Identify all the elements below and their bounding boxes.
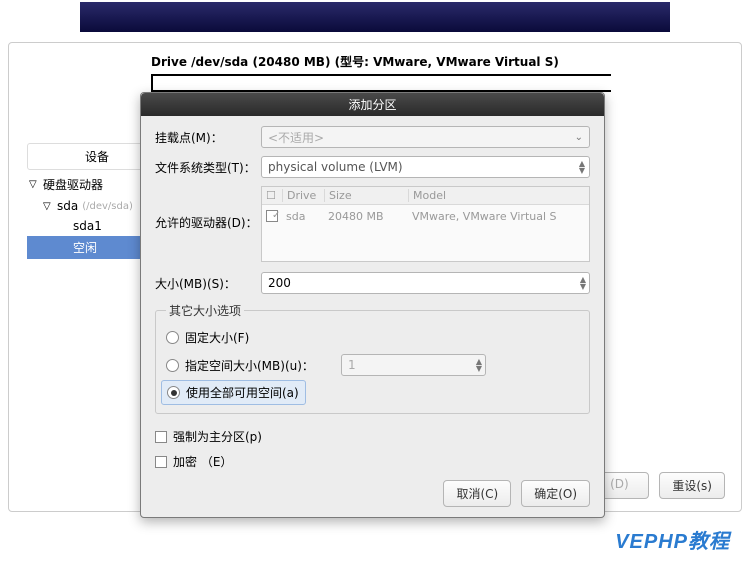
tree-free-label: 空闲	[73, 239, 97, 256]
ok-button[interactable]: 确定(O)	[521, 480, 590, 507]
reset-button[interactable]: 重设(s)	[659, 472, 725, 499]
checkbox-column: ☐	[262, 189, 282, 202]
row-model: VMware, VMware Virtual S	[408, 210, 589, 224]
tree-root-label: 硬盘驱动器	[43, 176, 103, 193]
add-partition-dialog: 添加分区 挂载点(M)： <不适用> ⌄ 文件系统类型(T)： physical…	[140, 92, 605, 518]
mount-point-value: <不适用>	[268, 129, 324, 146]
radio-fixed-label: 固定大小(F)	[185, 329, 249, 346]
checkbox-icon	[155, 456, 167, 468]
upto-value: 1	[348, 358, 356, 372]
row-drive: sda	[282, 210, 324, 224]
tree-disk-path: (/dev/sda)	[82, 201, 133, 212]
drive-column: Drive	[282, 189, 324, 202]
upto-spinner: 1 ▲▼	[341, 354, 486, 376]
radio-fixed-size[interactable]: 固定大小(F)	[166, 325, 579, 350]
model-column: Model	[408, 189, 589, 202]
tree-disk-label: sda	[57, 199, 78, 213]
allowable-drives-table[interactable]: ☐ Drive Size Model sda 20480 MB VMware, …	[261, 186, 590, 262]
drive-summary: Drive /dev/sda (20480 MB) (型号: VMware, V…	[21, 53, 729, 70]
cancel-button[interactable]: 取消(C)	[443, 480, 511, 507]
spinner-arrows-icon[interactable]: ▲▼	[580, 276, 586, 290]
size-options-group: 其它大小选项 固定大小(F) 指定空间大小(MB)(u)： 1 ▲▼ 使用全部可…	[155, 302, 590, 414]
tree-partition-label: sda1	[73, 219, 102, 233]
radio-icon	[166, 331, 179, 344]
table-row[interactable]: sda 20480 MB VMware, VMware Virtual S	[262, 205, 589, 229]
dialog-title: 添加分区	[141, 93, 604, 116]
radio-upto-label: 指定空间大小(MB)(u)：	[185, 357, 335, 374]
allowable-drives-label: 允许的驱动器(D)：	[155, 186, 255, 231]
spinner-arrows-icon: ▲▼	[476, 358, 482, 372]
size-spinner[interactable]: 200 ▲▼	[261, 272, 590, 294]
fstype-combo[interactable]: physical volume (LVM) ▲▼	[261, 156, 590, 178]
fstype-value: physical volume (LVM)	[268, 160, 403, 174]
fstype-label: 文件系统类型(T)：	[155, 159, 255, 176]
size-value: 200	[268, 276, 291, 290]
radio-fill-label: 使用全部可用空间(a)	[186, 384, 299, 401]
mount-point-combo[interactable]: <不适用> ⌄	[261, 126, 590, 148]
size-options-legend: 其它大小选项	[166, 302, 244, 319]
panel-buttons: (D) 重设(s)	[589, 472, 725, 499]
force-primary-checkbox[interactable]: 强制为主分区(p)	[155, 424, 590, 449]
updown-icon: ▲▼	[579, 160, 585, 174]
force-primary-label: 强制为主分区(p)	[173, 428, 262, 445]
drive-table-header: ☐ Drive Size Model	[262, 187, 589, 205]
chevron-down-icon: ▽	[43, 201, 53, 212]
chevron-down-icon: ▽	[29, 179, 39, 190]
drive-checkbox[interactable]	[266, 210, 278, 222]
radio-icon	[166, 359, 179, 372]
mount-point-label: 挂载点(M)：	[155, 129, 255, 146]
row-size: 20480 MB	[324, 210, 408, 224]
radio-icon	[167, 386, 180, 399]
radio-fill-up-to[interactable]: 指定空间大小(MB)(u)： 1 ▲▼	[166, 350, 579, 380]
size-label: 大小(MB)(S)：	[155, 275, 255, 292]
title-banner	[80, 2, 670, 32]
checkbox-icon	[155, 431, 167, 443]
radio-fill-max[interactable]: 使用全部可用空间(a)	[161, 380, 306, 405]
watermark: VEPHP教程	[615, 525, 730, 554]
size-column: Size	[324, 189, 408, 202]
encrypt-label: 加密 （E）	[173, 453, 232, 470]
drive-usage-bar	[151, 74, 611, 92]
chevron-down-icon: ⌄	[575, 132, 583, 143]
encrypt-checkbox[interactable]: 加密 （E）	[155, 449, 590, 474]
